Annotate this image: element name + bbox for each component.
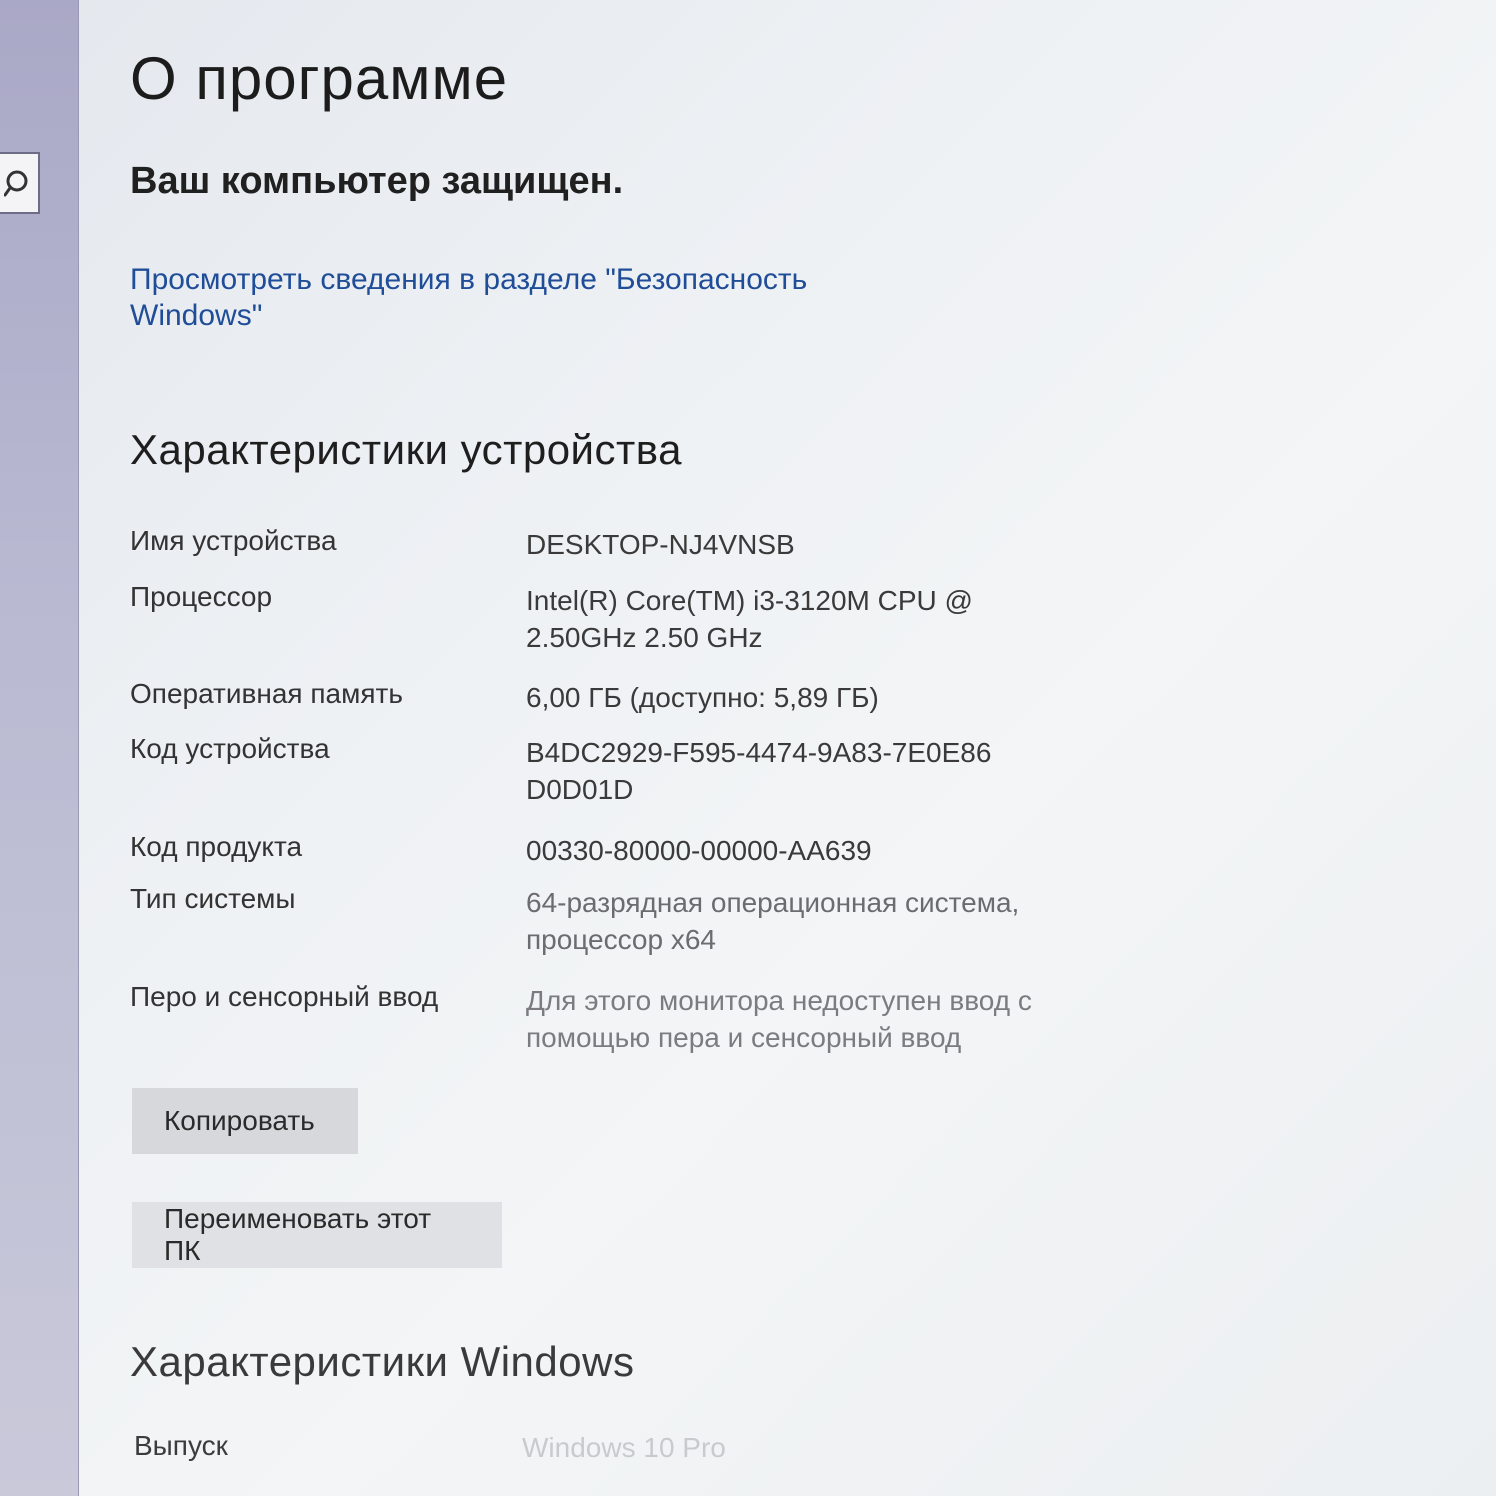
spec-value: 6,00 ГБ (доступно: 5,89 ГБ) (526, 682, 879, 713)
spec-value: Windows 10 Pro (522, 1432, 726, 1463)
spec-label: Оперативная память (130, 678, 403, 709)
windows-security-link[interactable]: Просмотреть сведения в разделе "Безопасн… (130, 262, 890, 334)
spec-value: B4DC2929-F595-4474-9A83-7E0E86D0D01D (526, 737, 992, 805)
spec-label: Код продукта (130, 831, 303, 862)
device-specs-heading: Характеристики устройства (130, 426, 682, 473)
spec-value: DESKTOP-NJ4VNSB (526, 529, 795, 560)
page-title: О программе (130, 45, 509, 112)
search-icon[interactable] (4, 168, 36, 200)
windows-specs-heading: Характеристики Windows (130, 1338, 635, 1385)
spec-value: 00330-80000-00000-AA639 (526, 835, 872, 866)
spec-value: 64-разрядная операционная система, проце… (526, 887, 1020, 955)
about-content: О программе Ваш компьютер защищен. Просм… (130, 0, 1460, 1496)
spec-label: Код устройства (130, 733, 330, 764)
search-box[interactable] (0, 152, 40, 214)
spec-value: Для этого монитора недоступен ввод с пом… (526, 985, 1032, 1053)
copy-button[interactable]: Копировать (132, 1088, 358, 1154)
spec-label: Процессор (130, 581, 273, 612)
rename-pc-button[interactable]: Переименовать этот ПК (132, 1202, 502, 1268)
spec-label: Перо и сенсорный ввод (130, 981, 439, 1012)
spec-label: Выпуск (134, 1430, 228, 1461)
spec-label: Тип системы (130, 883, 296, 914)
security-status-text: Ваш компьютер защищен. (130, 160, 624, 202)
spec-value: Intel(R) Core(TM) i3-3120M CPU @ 2.50GHz… (526, 585, 973, 653)
spec-label: Имя устройства (130, 525, 337, 556)
navigation-sidebar (0, 0, 79, 1496)
